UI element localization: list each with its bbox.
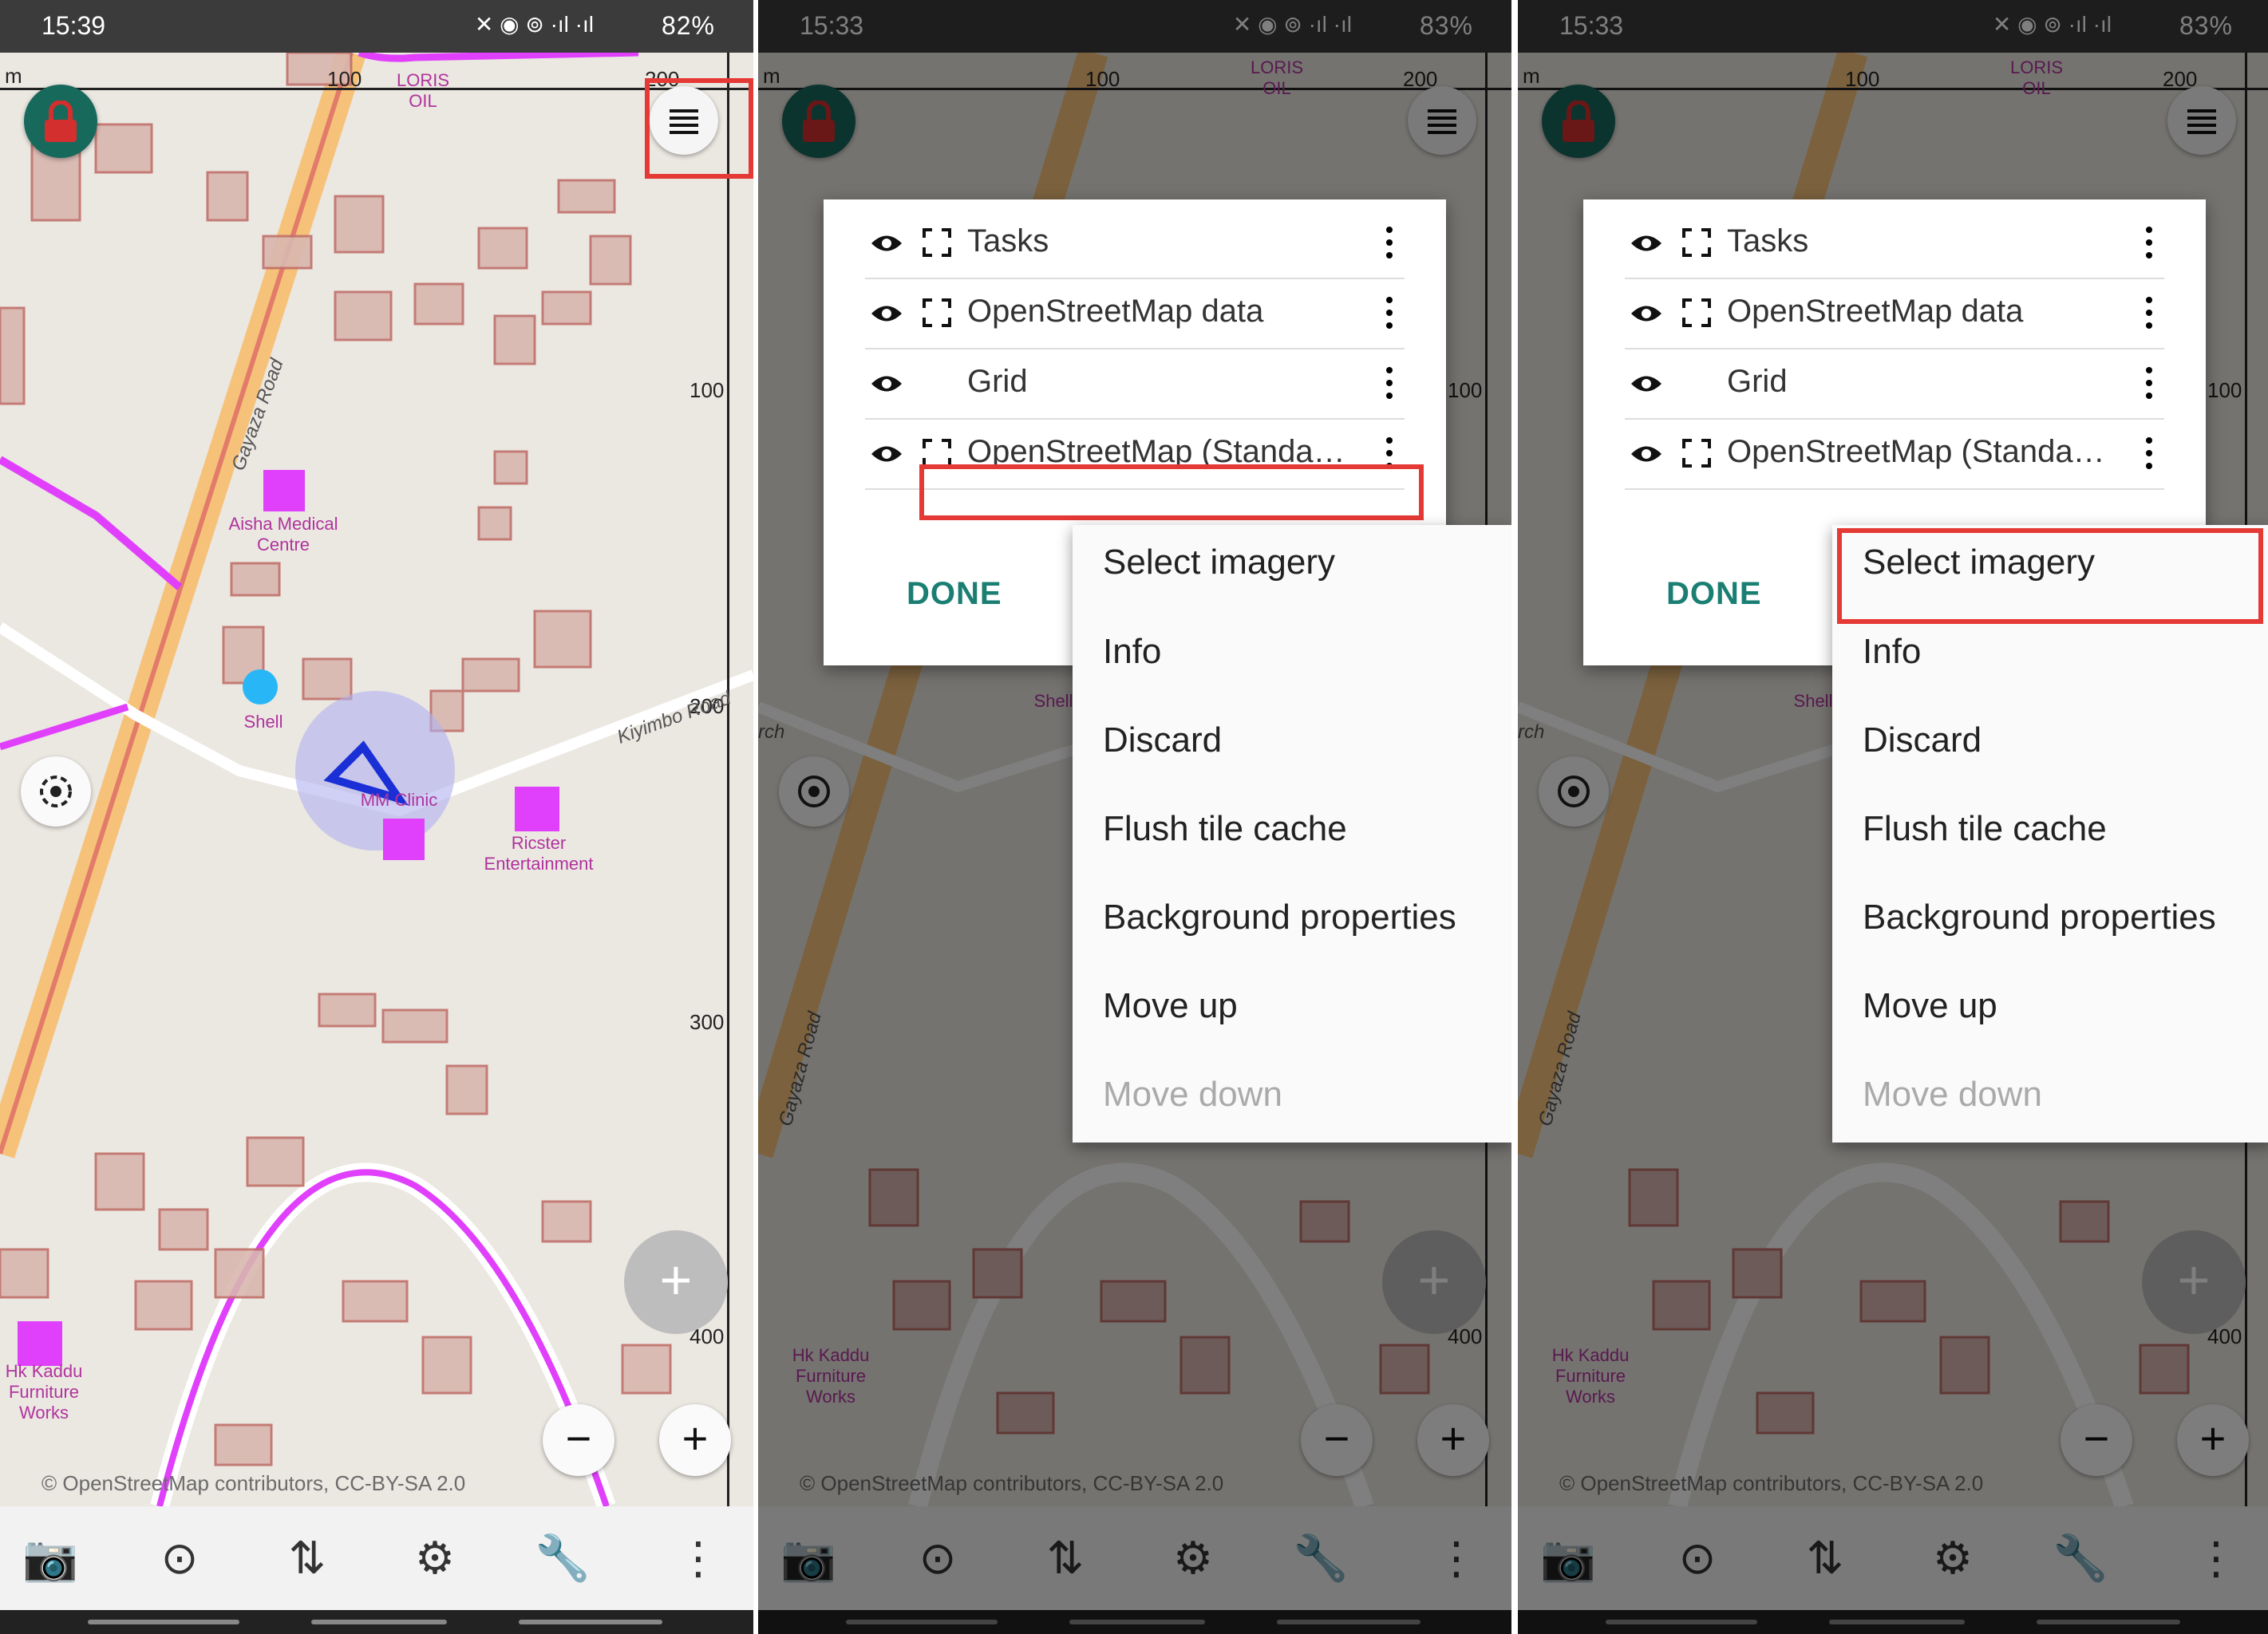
eye-icon[interactable] xyxy=(870,228,903,259)
follow-gps-button[interactable] xyxy=(21,756,91,827)
done-button[interactable]: DONE xyxy=(907,576,1002,612)
poi-label[interactable]: Shell xyxy=(231,712,295,732)
status-bar: 15:39 ✕ ◉ ⊚ ·ıl ·ıl 82% xyxy=(0,0,753,53)
layer-name: Grid xyxy=(967,364,1028,399)
layer-menu-icon[interactable] xyxy=(2145,436,2153,471)
menu-item-discard[interactable]: Discard xyxy=(1863,720,1982,760)
layer-menu-icon[interactable] xyxy=(2145,365,2153,401)
eye-icon[interactable] xyxy=(870,439,903,469)
layer-name: Tasks xyxy=(967,223,1049,259)
battery-level: 82% xyxy=(661,11,715,40)
eye-icon[interactable] xyxy=(1630,228,1663,259)
gps-icon xyxy=(40,776,72,807)
layer-menu-icon[interactable] xyxy=(2145,295,2153,330)
menu-item-background-properties[interactable]: Background properties xyxy=(1863,898,2216,937)
ruler-label: m xyxy=(5,64,22,88)
more-icon[interactable]: ⋮ xyxy=(670,1530,726,1586)
layer-menu-icon[interactable] xyxy=(1385,295,1393,330)
eye-icon[interactable] xyxy=(1630,369,1663,399)
eye-icon[interactable] xyxy=(870,298,903,329)
layer-row-grid[interactable]: Grid xyxy=(865,349,1405,420)
layer-name: Grid xyxy=(1727,364,1788,399)
zoom-out-button[interactable]: − xyxy=(543,1404,614,1476)
layer-name: OpenStreetMap (Standa… xyxy=(1727,434,2105,469)
scale-ruler-right xyxy=(727,53,753,1506)
add-button[interactable]: + xyxy=(624,1230,728,1334)
layer-menu-icon[interactable] xyxy=(2145,225,2153,260)
eye-icon[interactable] xyxy=(870,369,903,399)
camera-icon[interactable]: 📷 xyxy=(22,1530,78,1586)
status-time: 15:39 xyxy=(41,11,106,40)
transfer-icon[interactable]: ⇅ xyxy=(279,1530,335,1586)
system-nav-bar xyxy=(0,1610,753,1634)
eye-icon[interactable] xyxy=(1630,439,1663,469)
layer-menu-icon[interactable] xyxy=(1385,365,1393,401)
menu-item-move-up[interactable]: Move up xyxy=(1863,986,1997,1026)
map-canvas[interactable]: m 100 200 100 200 300 400 Aisha Medical … xyxy=(0,53,753,1506)
highlight-box xyxy=(645,78,753,179)
lock-icon xyxy=(45,101,77,142)
menu-item-info[interactable]: Info xyxy=(1863,632,1921,672)
bottom-toolbar: 📷 ⊙ ⇅ ⚙ 🔧 ⋮ xyxy=(0,1506,753,1610)
zoom-in-button[interactable]: + xyxy=(659,1404,731,1476)
poi-label[interactable]: MM Clinic xyxy=(351,790,447,811)
menu-item-select-imagery[interactable]: Select imagery xyxy=(1103,543,1335,582)
layer-row-tasks[interactable]: Tasks xyxy=(1625,209,2164,279)
menu-item-move-down: Move down xyxy=(1103,1075,1283,1114)
poi-label[interactable]: Hk Kaddu Furniture Works xyxy=(0,1361,88,1423)
menu-item-move-down: Move down xyxy=(1863,1075,2043,1114)
highlight-box xyxy=(1837,528,2263,624)
layer-context-menu: Select imagery Info Discard Flush tile c… xyxy=(1073,525,1511,1143)
ruler-label: 100 xyxy=(327,67,362,91)
menu-item-flush-tile-cache[interactable]: Flush tile cache xyxy=(1863,809,2107,849)
wrench-icon[interactable]: 🔧 xyxy=(535,1530,591,1586)
zoom-to-layer-icon[interactable] xyxy=(1682,439,1711,468)
screen-layer-dialog: 15:33 ✕ ◉ ⊚ ·ıl ·ıl 83% m 100 200 100 40… xyxy=(758,0,1511,1634)
map-attribution[interactable]: © OpenStreetMap contributors, CC-BY-SA 2… xyxy=(41,1471,465,1496)
settings-icon[interactable]: ⚙ xyxy=(407,1530,463,1586)
ruler-label: 300 xyxy=(689,1010,725,1034)
menu-item-info[interactable]: Info xyxy=(1103,632,1161,672)
screen-map-view: 15:39 ✕ ◉ ⊚ ·ıl ·ıl 82% m 100 200 100 20… xyxy=(0,0,753,1634)
layer-row-tasks[interactable]: Tasks xyxy=(865,209,1405,279)
layer-row-osm-data[interactable]: OpenStreetMap data xyxy=(865,279,1405,349)
layer-name: OpenStreetMap data xyxy=(967,294,1264,329)
menu-item-discard[interactable]: Discard xyxy=(1103,720,1222,760)
done-button[interactable]: DONE xyxy=(1666,576,1762,612)
layer-context-menu: Select imagery Info Discard Flush tile c… xyxy=(1832,525,2268,1143)
zoom-to-layer-icon[interactable] xyxy=(1682,298,1711,327)
lock-button[interactable] xyxy=(24,85,97,158)
layer-name: OpenStreetMap data xyxy=(1727,294,2024,329)
zoom-to-layer-icon[interactable] xyxy=(923,298,951,327)
gps-icon[interactable]: ⊙ xyxy=(152,1530,207,1586)
menu-item-move-up[interactable]: Move up xyxy=(1103,986,1238,1026)
eye-icon[interactable] xyxy=(1630,298,1663,329)
poi-label[interactable]: LORIS OIL xyxy=(383,70,463,112)
scale-ruler-top: m 100 200 xyxy=(0,53,753,91)
layer-row-osm-standard[interactable]: OpenStreetMap (Standa… xyxy=(1625,420,2164,490)
poi-label[interactable]: Ricster Entertainment xyxy=(471,833,607,874)
status-icons: ✕ ◉ ⊚ ·ıl ·ıl xyxy=(474,12,594,37)
highlight-box xyxy=(919,464,1424,520)
ruler-label: 100 xyxy=(689,378,725,402)
layer-menu-icon[interactable] xyxy=(1385,225,1393,260)
zoom-to-layer-icon[interactable] xyxy=(923,228,951,257)
layer-name: Tasks xyxy=(1727,223,1809,259)
menu-item-background-properties[interactable]: Background properties xyxy=(1103,898,1456,937)
zoom-to-layer-icon[interactable] xyxy=(923,439,951,468)
layer-row-osm-data[interactable]: OpenStreetMap data xyxy=(1625,279,2164,349)
layer-row-grid[interactable]: Grid xyxy=(1625,349,2164,420)
zoom-to-layer-icon[interactable] xyxy=(1682,228,1711,257)
poi-label[interactable]: Aisha Medical Centre xyxy=(215,514,351,555)
screen-select-imagery: 15:33 ✕ ◉ ⊚ ·ıl ·ıl 83% m 100 200 100 40… xyxy=(1518,0,2268,1634)
menu-item-flush-tile-cache[interactable]: Flush tile cache xyxy=(1103,809,1347,849)
